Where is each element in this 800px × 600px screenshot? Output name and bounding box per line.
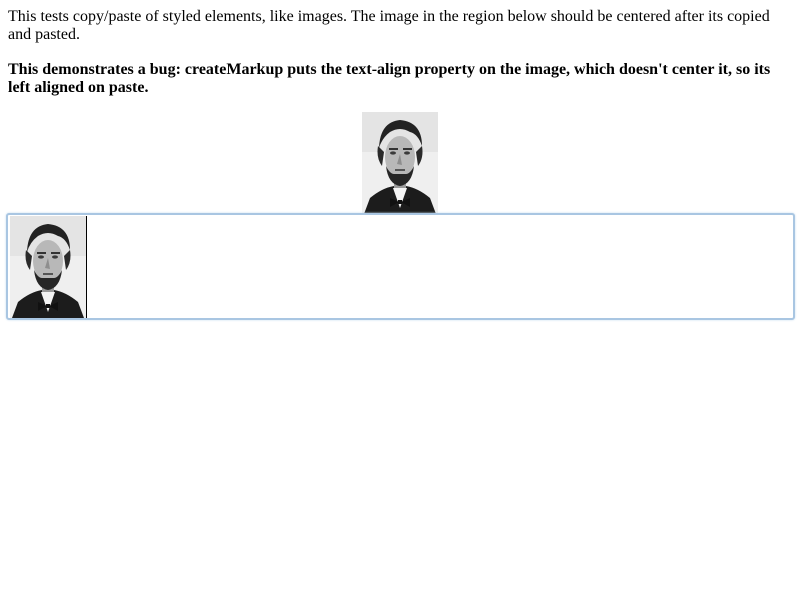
lincoln-portrait-icon xyxy=(362,112,438,214)
pasted-portrait-image[interactable] xyxy=(10,216,86,318)
lincoln-portrait-icon xyxy=(10,216,86,318)
source-portrait-image[interactable] xyxy=(362,112,438,214)
text-caret xyxy=(86,216,87,318)
editable-content-region[interactable] xyxy=(6,213,795,320)
test-description: This tests copy/paste of styled elements… xyxy=(8,8,770,43)
bug-description: This demonstrates a bug: createMarkup pu… xyxy=(8,61,771,96)
